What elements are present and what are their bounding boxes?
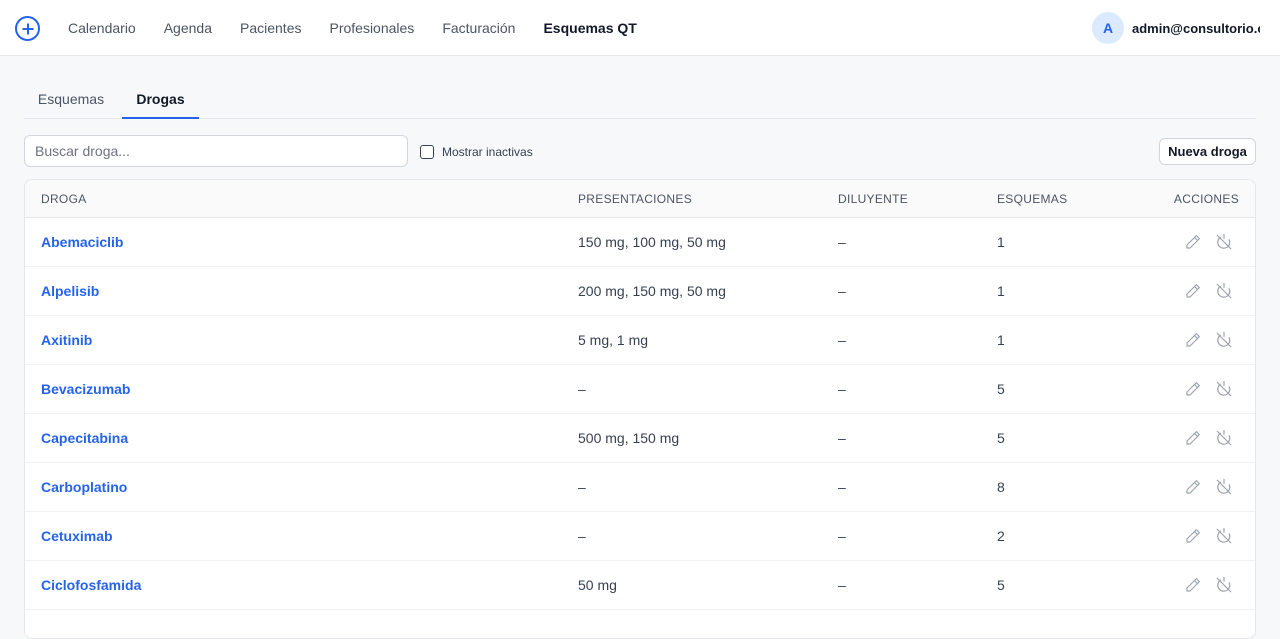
cell-esquemas: 5	[997, 430, 1005, 446]
tab-drogas[interactable]: Drogas	[122, 80, 199, 119]
deactivate-icon[interactable]	[1215, 331, 1233, 349]
cell-diluyente: –	[838, 528, 846, 544]
cell-presentaciones: –	[578, 381, 586, 397]
header-esquemas: ESQUEMAS	[997, 192, 1068, 206]
cell-esquemas: 1	[997, 234, 1005, 250]
top-navbar: Calendario Agenda Pacientes Profesionales Fa…	[0, 0, 1280, 56]
nav-profesionales[interactable]: Profesionales	[329, 20, 414, 36]
search-input[interactable]	[24, 135, 408, 167]
table-row: Cetuximab – – 2	[25, 512, 1255, 561]
edit-icon[interactable]	[1184, 478, 1202, 496]
cell-droga[interactable]: Ciclofosfamida	[41, 561, 141, 609]
plus-circle-icon[interactable]	[15, 16, 40, 41]
cell-diluyente: –	[838, 283, 846, 299]
cell-diluyente: –	[838, 332, 846, 348]
cell-presentaciones: 5 mg, 1 mg	[578, 332, 649, 348]
deactivate-icon[interactable]	[1215, 527, 1233, 545]
row-actions	[1171, 380, 1233, 398]
deactivate-icon[interactable]	[1215, 478, 1233, 496]
cell-droga[interactable]: Cetuximab	[41, 512, 113, 560]
edit-icon[interactable]	[1184, 331, 1202, 349]
row-actions	[1171, 331, 1233, 349]
main-nav: Calendario Agenda Pacientes Profesionales Fa…	[68, 0, 665, 56]
show-inactive-toggle[interactable]: Mostrar inactivas	[420, 144, 533, 159]
drugs-table: DROGA PRESENTACIONES DILUYENTE ESQUEMAS …	[24, 179, 1256, 639]
nav-pacientes[interactable]: Pacientes	[240, 20, 301, 36]
nav-calendario[interactable]: Calendario	[68, 20, 136, 36]
cell-presentaciones: 50 mg	[578, 577, 617, 593]
avatar[interactable]: A	[1092, 12, 1124, 44]
table-row: Bevacizumab – – 5	[25, 365, 1255, 414]
table-row: Ciclofosfamida 50 mg – 5	[25, 561, 1255, 610]
edit-icon[interactable]	[1184, 429, 1202, 447]
deactivate-icon[interactable]	[1215, 429, 1233, 447]
cell-diluyente: –	[838, 479, 846, 495]
nav-agenda[interactable]: Agenda	[164, 20, 212, 36]
table-row: Capecitabina 500 mg, 150 mg – 5	[25, 414, 1255, 463]
table-row: Abemaciclib 150 mg, 100 mg, 50 mg – 1	[25, 218, 1255, 267]
table-header: DROGA PRESENTACIONES DILUYENTE ESQUEMAS …	[25, 180, 1255, 218]
new-drug-button[interactable]: Nueva droga	[1159, 138, 1256, 165]
edit-icon[interactable]	[1184, 576, 1202, 594]
cell-esquemas: 1	[997, 283, 1005, 299]
table-row: Alpelisib 200 mg, 150 mg, 50 mg – 1	[25, 267, 1255, 316]
cell-presentaciones: 200 mg, 150 mg, 50 mg	[578, 283, 726, 299]
row-actions	[1171, 429, 1233, 447]
deactivate-icon[interactable]	[1215, 380, 1233, 398]
cell-esquemas: 5	[997, 381, 1005, 397]
cell-droga[interactable]: Alpelisib	[41, 267, 99, 315]
cell-esquemas: 5	[997, 577, 1005, 593]
table-row: Carboplatino – – 8	[25, 463, 1255, 512]
deactivate-icon[interactable]	[1215, 233, 1233, 251]
cell-droga[interactable]: Axitinib	[41, 316, 92, 364]
deactivate-icon[interactable]	[1215, 576, 1233, 594]
cell-droga[interactable]: Abemaciclib	[41, 218, 123, 266]
cell-droga[interactable]: Bevacizumab	[41, 365, 130, 413]
cell-presentaciones: –	[578, 528, 586, 544]
header-diluyente: DILUYENTE	[838, 192, 909, 206]
tab-bar: Esquemas Drogas	[24, 80, 1256, 119]
cell-presentaciones: 500 mg, 150 mg	[578, 430, 680, 446]
edit-icon[interactable]	[1184, 233, 1202, 251]
edit-icon[interactable]	[1184, 380, 1202, 398]
header-presentaciones: PRESENTACIONES	[578, 192, 692, 206]
header-acciones: ACCIONES	[1173, 192, 1239, 206]
cell-droga[interactable]: Capecitabina	[41, 414, 128, 462]
cell-esquemas: 8	[997, 479, 1005, 495]
cell-diluyente: –	[838, 430, 846, 446]
row-actions	[1171, 282, 1233, 300]
table-row: Axitinib 5 mg, 1 mg – 1	[25, 316, 1255, 365]
cell-diluyente: –	[838, 234, 846, 250]
cell-diluyente: –	[838, 577, 846, 593]
nav-facturacion[interactable]: Facturación	[442, 20, 515, 36]
table-body: Abemaciclib 150 mg, 100 mg, 50 mg –1 Alpeli…	[25, 218, 1255, 610]
show-inactive-label: Mostrar inactivas	[442, 144, 533, 159]
row-actions	[1171, 576, 1233, 594]
header-droga[interactable]: DROGA	[41, 180, 87, 218]
cell-droga[interactable]: Carboplatino	[41, 463, 127, 511]
show-inactive-checkbox[interactable]	[420, 144, 434, 159]
cell-esquemas: 1	[997, 332, 1005, 348]
row-actions	[1171, 233, 1233, 251]
cell-presentaciones: 150 mg, 100 mg, 50 mg	[578, 234, 726, 250]
cell-presentaciones: –	[578, 479, 586, 495]
edit-icon[interactable]	[1184, 282, 1202, 300]
edit-icon[interactable]	[1184, 527, 1202, 545]
cell-diluyente: –	[838, 381, 846, 397]
row-actions	[1171, 527, 1233, 545]
deactivate-icon[interactable]	[1215, 282, 1233, 300]
cell-esquemas: 2	[997, 528, 1005, 544]
tab-esquemas[interactable]: Esquemas	[24, 80, 118, 118]
user-email[interactable]: admin@consultorio.c...	[1132, 21, 1260, 36]
row-actions	[1171, 478, 1233, 496]
nav-esquemas-qt[interactable]: Esquemas QT	[543, 20, 636, 36]
user-menu[interactable]: A admin@consultorio.c...	[1092, 12, 1260, 44]
